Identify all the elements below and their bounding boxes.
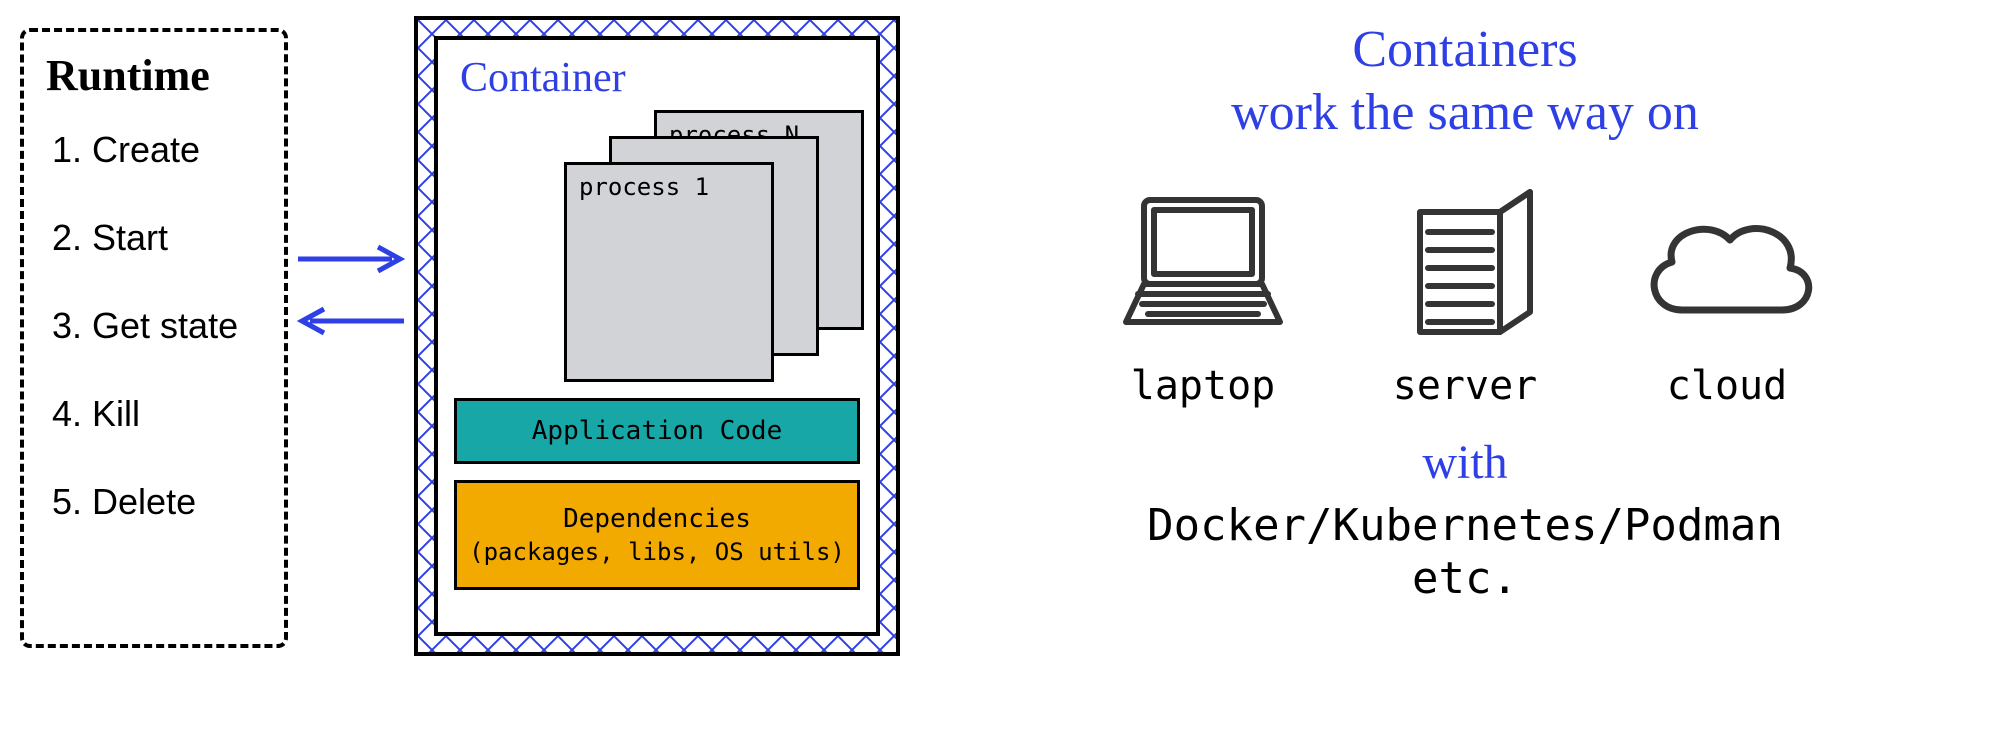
runtime-item-start: 2. Start <box>52 217 266 259</box>
runtime-item-create: 1. Create <box>52 129 266 171</box>
runtime-list: 1. Create 2. Start 3. Get state 4. Kill … <box>42 129 266 523</box>
laptop-label: laptop <box>1131 363 1276 409</box>
arrow-right-icon <box>296 244 406 274</box>
container-inner: Container process N ... process 1 Applic… <box>434 36 880 636</box>
dependencies-sub: (packages, libs, OS utils) <box>469 538 845 566</box>
server-label: server <box>1393 363 1538 409</box>
with-label: with <box>960 435 1970 490</box>
runtime-box: Runtime 1. Create 2. Start 3. Get state … <box>20 28 288 648</box>
laptop-col: laptop <box>1108 182 1298 409</box>
dependencies-block: Dependencies (packages, libs, OS utils) <box>454 480 860 590</box>
process-stack: process N ... process 1 <box>564 110 860 380</box>
laptop-icon <box>1108 182 1298 357</box>
tools-line-1: Docker/Kubernetes/Podman <box>960 500 1970 553</box>
cloud-label: cloud <box>1667 363 1787 409</box>
right-panel: Containers work the same way on laptop <box>960 20 1970 606</box>
headline-1: Containers <box>960 20 1970 79</box>
arrow-left-icon <box>296 306 406 336</box>
dependencies-title: Dependencies <box>563 504 751 534</box>
tools-line-2: etc. <box>960 553 1970 606</box>
cloud-icon <box>1632 182 1822 357</box>
container-title: Container <box>460 54 860 102</box>
runtime-item-get-state: 3. Get state <box>52 305 266 347</box>
runtime-title: Runtime <box>46 50 266 101</box>
targets-row: laptop serve <box>960 182 1970 409</box>
app-code-label: Application Code <box>532 416 782 446</box>
cloud-col: cloud <box>1632 182 1822 409</box>
headline-2: work the same way on <box>960 83 1970 142</box>
server-col: server <box>1370 182 1560 409</box>
server-icon <box>1370 182 1560 357</box>
container-box: Container process N ... process 1 Applic… <box>414 16 900 656</box>
runtime-item-kill: 4. Kill <box>52 393 266 435</box>
process-card-1: process 1 <box>564 162 774 382</box>
app-code-block: Application Code <box>454 398 860 464</box>
runtime-item-delete: 5. Delete <box>52 481 266 523</box>
